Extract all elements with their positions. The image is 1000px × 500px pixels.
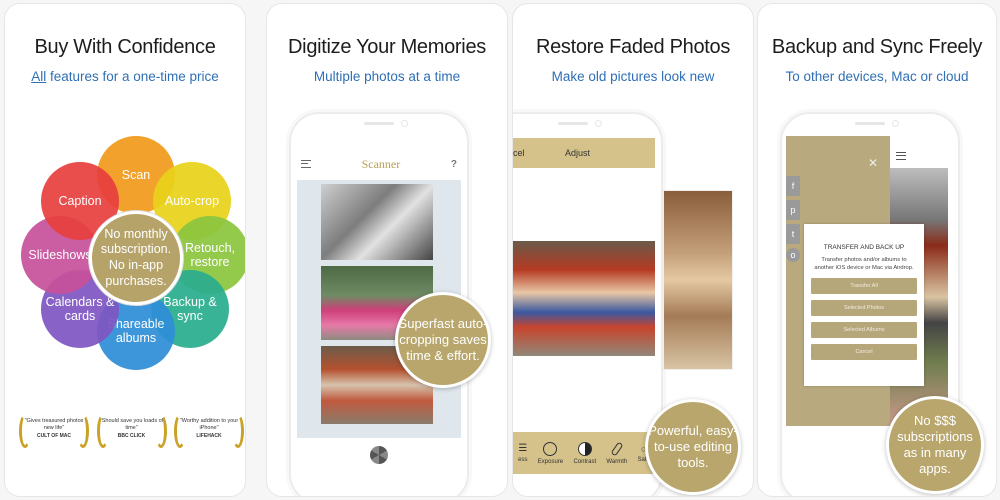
laurel-icon (77, 414, 89, 448)
airdrop-icon[interactable]: o (786, 248, 800, 262)
phone-camera (401, 120, 408, 127)
panel-title: Digitize Your Memories (288, 36, 486, 58)
transfer-all-button[interactable]: Transfer All (811, 278, 917, 295)
app-title: Scanner (361, 156, 401, 171)
facebook-icon[interactable]: f (786, 176, 800, 196)
transfer-dialog: TRANSFER AND BACK UP Transfer photos and… (804, 224, 924, 386)
menu-icon[interactable] (896, 152, 906, 160)
panel-restore-photos: Restore Faded Photos Make old pictures l… (512, 3, 754, 497)
subtitle-rest: features for a one-time price (46, 69, 219, 84)
laurel-icon (232, 414, 244, 448)
phone-speaker (855, 122, 885, 125)
flower-center: No monthly subscription. No in-app purch… (89, 211, 183, 305)
phone-camera (892, 120, 899, 127)
phone-camera (595, 120, 602, 127)
restored-photo (513, 241, 655, 356)
phone-speaker (558, 122, 588, 125)
adjust-title: Adjust (565, 148, 591, 158)
close-icon[interactable]: ✕ (868, 156, 878, 170)
twitter-icon[interactable]: t (786, 224, 800, 244)
award-bbc-click: "Should save you loads of time" BBC CLIC… (96, 412, 167, 452)
laurel-icon (19, 414, 31, 448)
panel-subtitle: Make old pictures look new (551, 69, 715, 84)
scanned-photo-father-baby[interactable] (321, 184, 433, 260)
cancel-button[interactable]: cel (513, 148, 525, 158)
panel-backup-sync: Backup and Sync Freely To other devices,… (757, 3, 997, 497)
app-header: Scanner ? (301, 152, 457, 176)
subtitle-underlined: All (31, 69, 47, 84)
laurel-icon (154, 414, 167, 448)
award-lifehack: "Worthy addition to your iPhone" LIFEHAC… (174, 412, 244, 452)
award-cult-of-mac: "Gives treasured photos new life" CULT O… (19, 412, 89, 452)
laurel-icon (96, 414, 109, 448)
adjust-toolbar: cel Adjust (513, 138, 655, 168)
panel-title: Backup and Sync Freely (771, 36, 983, 58)
faded-original-photo (663, 190, 733, 370)
thermometer-icon (610, 441, 624, 456)
brightness-icon: ☰ (518, 443, 528, 454)
contrast-icon (577, 441, 592, 456)
awards-row: "Gives treasured photos new life" CULT O… (19, 412, 244, 452)
dialog-title: TRANSFER AND BACK UP (823, 244, 905, 251)
tool-warmth[interactable]: Warmth (606, 441, 627, 465)
tool-contrast[interactable]: Contrast (573, 441, 596, 465)
cancel-button[interactable]: Cancel (811, 344, 917, 361)
menu-icon[interactable] (301, 160, 311, 168)
selected-photos-button[interactable]: Selected Photos (811, 300, 917, 317)
feature-bubble: Superfast auto-cropping saves time & eff… (395, 292, 491, 388)
exposure-icon (543, 441, 558, 456)
panel-digitize-memories: Digitize Your Memories Multiple photos a… (266, 3, 508, 497)
help-icon[interactable]: ? (451, 159, 457, 170)
selected-albums-button[interactable]: Selected Albums (811, 322, 917, 339)
edit-tools-bar: ☰ ess Exposure Contrast Warmth ○ Satu (513, 432, 655, 474)
tool-brightness[interactable]: ☰ ess (518, 443, 527, 463)
feature-bubble: No $$$ subscriptions as in many apps. (886, 396, 984, 494)
dialog-text: Transfer photos and/or albums to another… (814, 257, 914, 271)
panel-subtitle: To other devices, Mac or cloud (785, 69, 969, 84)
panel-title: Buy With Confidence (34, 36, 216, 58)
feature-bubble: Powerful, easy-to-use editing tools. (645, 399, 741, 495)
panel-subtitle: All features for a one-time price (5, 69, 245, 84)
feature-flower: Scan Auto-crop Retouch, restore Backup &… (19, 136, 245, 372)
pinterest-icon[interactable]: p (786, 200, 800, 220)
panel-title: Restore Faded Photos (535, 36, 731, 58)
tool-exposure[interactable]: Exposure (538, 441, 563, 465)
shutter-icon[interactable] (370, 446, 388, 464)
laurel-icon (174, 414, 186, 448)
panel-buy-with-confidence: Buy With Confidence All features for a o… (4, 3, 246, 497)
phone-speaker (364, 122, 394, 125)
panel-subtitle: Multiple photos at a time (313, 69, 461, 84)
